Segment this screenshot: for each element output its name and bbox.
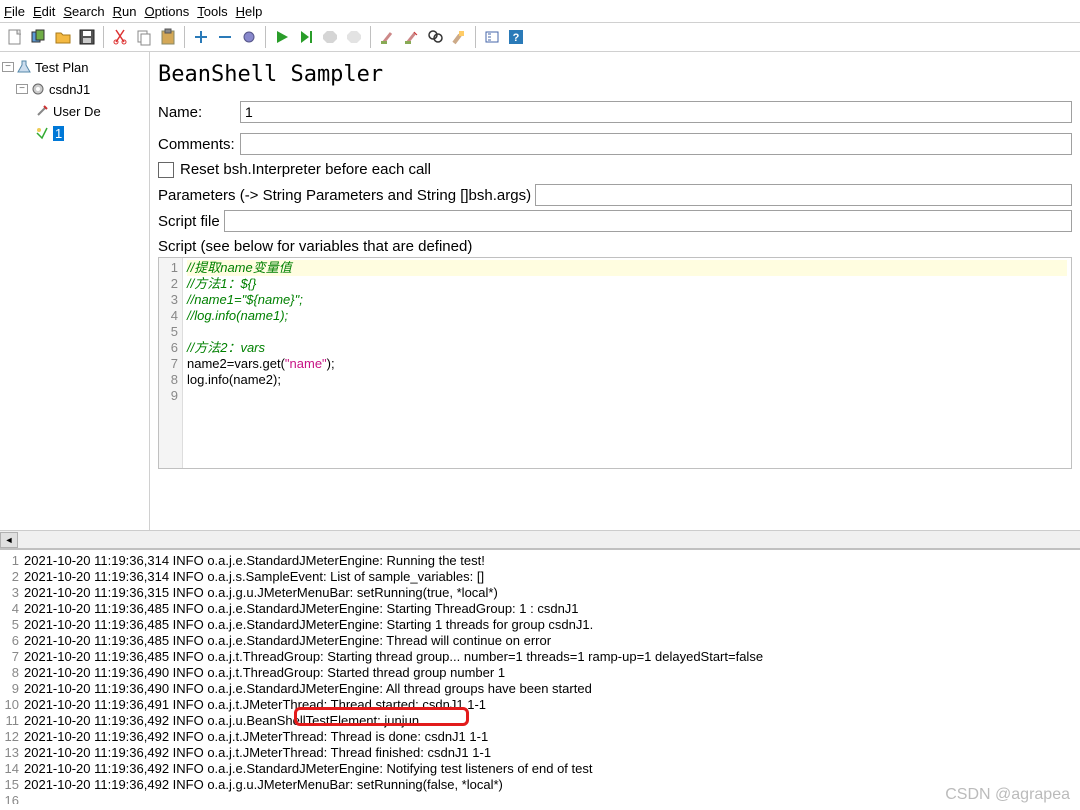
reset-checkbox[interactable] [158, 162, 174, 178]
collapse-icon[interactable]: − [16, 84, 28, 94]
start-no-pause-icon[interactable] [295, 26, 317, 48]
test-plan-tree[interactable]: − Test Plan − csdnJ1 User De 1 [0, 52, 150, 530]
code-line: //方法2：vars [187, 340, 265, 355]
name-input[interactable] [240, 101, 1072, 123]
tree-label: 1 [53, 126, 64, 141]
comments-input[interactable] [240, 133, 1072, 155]
tree-thread-group[interactable]: − csdnJ1 [2, 78, 147, 100]
log-gutter: 12345678910111213141516 [0, 550, 22, 804]
code-line: //提取name变量值 [187, 260, 292, 275]
tree-label: Test Plan [35, 60, 88, 75]
watermark: CSDN @agrapea [945, 786, 1070, 804]
menu-help[interactable]: Help [236, 4, 263, 19]
reset-search-icon[interactable] [448, 26, 470, 48]
templates-icon[interactable] [28, 26, 50, 48]
tree-label: User De [53, 104, 101, 119]
menu-run[interactable]: Run [113, 4, 137, 19]
start-icon[interactable] [271, 26, 293, 48]
name-label: Name: [158, 104, 240, 121]
highlight-annotation [294, 707, 469, 726]
new-icon[interactable] [4, 26, 26, 48]
menu-search[interactable]: Search [63, 4, 104, 19]
collapse-icon[interactable] [214, 26, 236, 48]
menu-edit[interactable]: Edit [33, 4, 55, 19]
search-icon[interactable] [424, 26, 446, 48]
gear-icon [30, 81, 46, 97]
comments-label: Comments: [158, 136, 240, 153]
config-icon [34, 103, 50, 119]
reset-label: Reset bsh.Interpreter before each call [180, 161, 431, 178]
code-line: name2=vars.get("name"); [187, 356, 335, 371]
svg-text:?: ? [513, 32, 520, 44]
copy-icon[interactable] [133, 26, 155, 48]
scriptfile-label: Script file [158, 213, 220, 230]
clear-all-icon[interactable] [400, 26, 422, 48]
sampler-title: BeanShell Sampler [158, 62, 1072, 87]
toggle-icon[interactable] [238, 26, 260, 48]
script-label: Script (see below for variables that are… [158, 238, 1072, 255]
tree-user-vars[interactable]: User De [2, 100, 147, 122]
tree-root[interactable]: − Test Plan [2, 56, 147, 78]
clear-icon[interactable] [376, 26, 398, 48]
stop-icon[interactable] [319, 26, 341, 48]
log-viewer[interactable]: 12345678910111213141516 2021-10-20 11:19… [0, 548, 1080, 804]
shutdown-icon[interactable] [343, 26, 365, 48]
function-helper-icon[interactable] [481, 26, 503, 48]
code-line: //log.info(name1); [187, 308, 288, 323]
code-line: log.info(name2); [187, 372, 281, 387]
menu-bar: File Edit Search Run Options Tools Help [0, 0, 1080, 22]
menu-file[interactable]: File [4, 4, 25, 19]
expand-icon[interactable] [190, 26, 212, 48]
script-editor[interactable]: 123456789 //提取name变量值//方法1：${}//name1="$… [158, 257, 1072, 469]
collapse-icon[interactable]: − [2, 62, 14, 72]
menu-options[interactable]: Options [144, 4, 189, 19]
save-icon[interactable] [76, 26, 98, 48]
toolbar: ? [0, 22, 1080, 52]
scroll-left-icon[interactable]: ◄ [0, 532, 18, 548]
parameters-input[interactable] [535, 184, 1072, 206]
code-line: //方法1：${} [187, 276, 256, 291]
sampler-icon [34, 125, 50, 141]
code-body[interactable]: //提取name变量值//方法1：${}//name1="${name}";//… [183, 258, 1071, 468]
code-line: //name1="${name}"; [187, 292, 303, 307]
log-body[interactable]: 2021-10-20 11:19:36,314 INFO o.a.j.e.Sta… [22, 550, 1080, 804]
help-icon[interactable]: ? [505, 26, 527, 48]
parameters-label: Parameters (-> String Parameters and Str… [158, 187, 531, 204]
paste-icon[interactable] [157, 26, 179, 48]
menu-tools[interactable]: Tools [197, 4, 227, 19]
editor-pane: BeanShell Sampler Name: Comments: Reset … [150, 52, 1080, 530]
flask-icon [16, 59, 32, 75]
tree-label: csdnJ1 [49, 82, 90, 97]
tree-beanshell-sampler[interactable]: 1 [2, 122, 147, 144]
scriptfile-input[interactable] [224, 210, 1072, 232]
horizontal-scrollbar[interactable]: ◄ [0, 530, 1080, 548]
cut-icon[interactable] [109, 26, 131, 48]
open-icon[interactable] [52, 26, 74, 48]
code-gutter: 123456789 [159, 258, 183, 468]
